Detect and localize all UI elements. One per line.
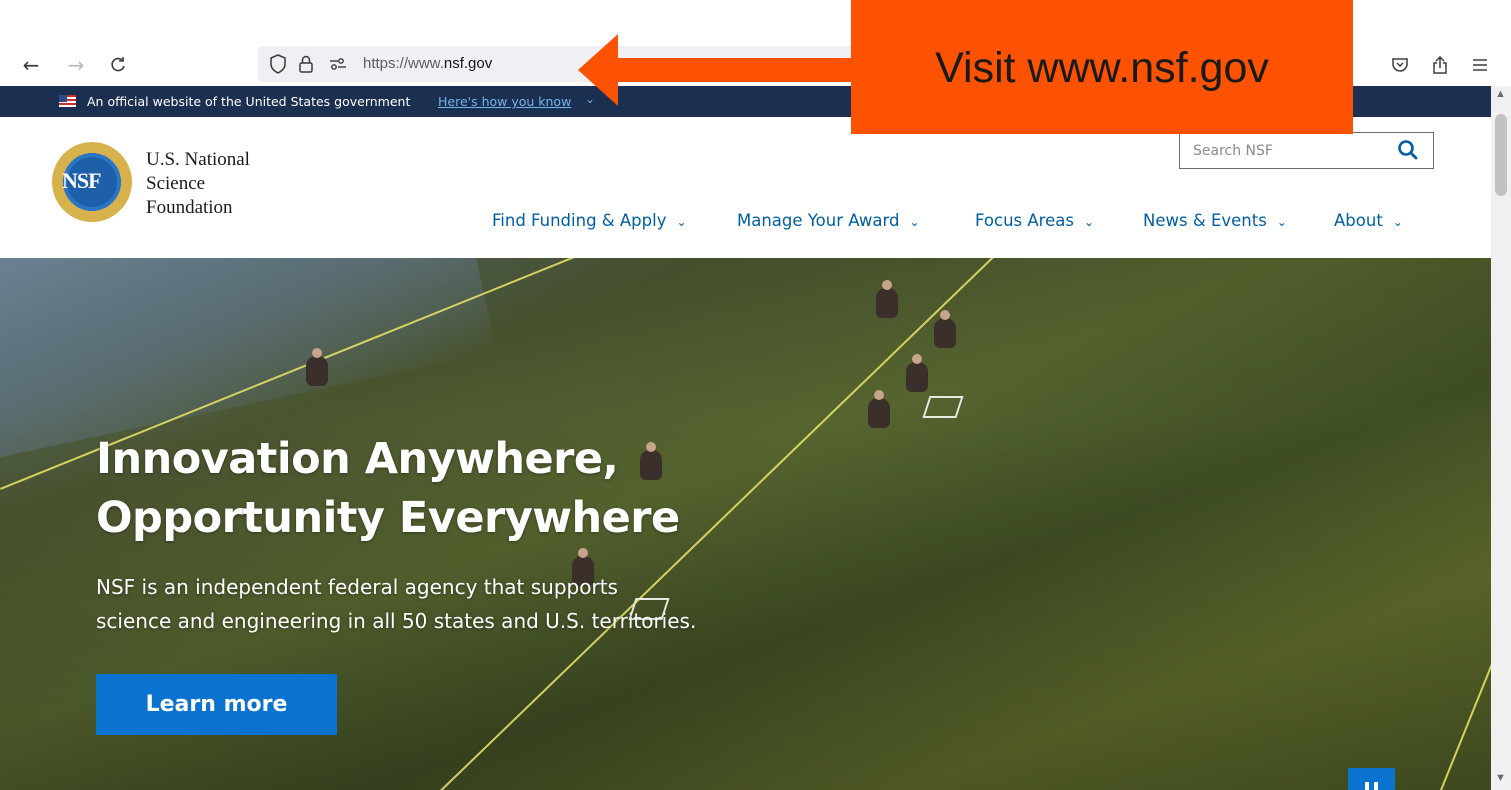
chevron-down-icon: ⌄ <box>909 215 920 229</box>
annotation-callout: Visit www.nsf.gov <box>851 0 1353 134</box>
nav-label: News & Events <box>1143 211 1267 230</box>
hero-background-figure <box>906 354 928 392</box>
how-you-know-link[interactable]: Here's how you know <box>438 94 571 109</box>
hero-background-figure <box>868 390 890 428</box>
scrollbar[interactable]: ▲ ▼ <box>1491 86 1511 790</box>
nsf-logo-icon[interactable] <box>52 142 132 222</box>
hero-background-tape <box>1440 623 1491 790</box>
reload-icon[interactable] <box>105 52 131 78</box>
hero-description: NSF is an independent federal agency tha… <box>96 570 796 638</box>
forward-icon[interactable]: → <box>63 52 89 78</box>
search-input[interactable] <box>1180 133 1390 168</box>
hero-background-figure <box>306 348 328 386</box>
nav-label: About <box>1334 211 1383 230</box>
chevron-down-icon: ⌄ <box>1392 215 1403 229</box>
nav-label: Find Funding & Apply <box>492 211 667 230</box>
scroll-up-icon[interactable]: ▲ <box>1495 88 1506 100</box>
nav-news-events[interactable]: News & Events ⌄ <box>1143 211 1287 230</box>
url-prefix: https://www. <box>363 55 444 72</box>
hero-description-line-2: science and engineering in all 50 states… <box>96 609 697 633</box>
nav-about[interactable]: About ⌄ <box>1334 211 1403 230</box>
pocket-icon[interactable] <box>1387 52 1413 78</box>
chevron-down-icon: ⌄ <box>1083 215 1094 229</box>
gov-banner-text: An official website of the United States… <box>87 94 411 109</box>
learn-more-button[interactable]: Learn more <box>96 674 337 735</box>
nav-label: Manage Your Award <box>737 211 900 230</box>
hero-title-line-2: Opportunity Everywhere <box>96 493 680 543</box>
hero-title-line-1: Innovation Anywhere, <box>96 434 619 484</box>
search-icon[interactable] <box>1393 136 1423 166</box>
annotation-arrow <box>578 34 854 106</box>
logo-line-2: Science <box>146 173 206 194</box>
scroll-thumb[interactable] <box>1495 114 1507 196</box>
hero-background-figure <box>876 280 898 318</box>
hero-description-line-1: NSF is an independent federal agency tha… <box>96 575 618 599</box>
hero-section: Innovation Anywhere, Opportunity Everywh… <box>0 258 1491 790</box>
hero-background-figure <box>934 310 956 348</box>
share-icon[interactable] <box>1427 52 1453 78</box>
back-icon[interactable]: ← <box>18 52 44 78</box>
tracking-protection-icon[interactable] <box>266 52 290 76</box>
us-flag-icon <box>59 95 76 107</box>
chevron-down-icon: ⌄ <box>1276 215 1287 229</box>
url-text[interactable]: https://www.nsf.gov <box>363 55 492 72</box>
logo-line-1: U.S. National <box>146 149 250 170</box>
nav-find-funding[interactable]: Find Funding & Apply ⌄ <box>492 211 687 230</box>
nav-manage-award[interactable]: Manage Your Award ⌄ <box>737 211 920 230</box>
permissions-icon[interactable] <box>326 52 350 76</box>
annotation-text: Visit www.nsf.gov <box>935 44 1269 92</box>
lock-icon[interactable] <box>294 52 318 76</box>
site-logo-text[interactable]: U.S. National Science Foundation <box>146 148 250 220</box>
chevron-down-icon: ⌄ <box>676 215 687 229</box>
nav-focus-areas[interactable]: Focus Areas ⌄ <box>975 211 1094 230</box>
scroll-down-icon[interactable]: ▼ <box>1495 772 1506 784</box>
search-form <box>1179 132 1434 169</box>
menu-icon[interactable] <box>1467 52 1493 78</box>
hero-title: Innovation Anywhere, Opportunity Everywh… <box>96 430 680 548</box>
logo-line-3: Foundation <box>146 197 233 218</box>
site-header: U.S. National Science Foundation Find Fu… <box>0 117 1491 258</box>
pause-icon[interactable] <box>1348 768 1395 790</box>
hero-background-quadrat <box>922 396 964 418</box>
nav-label: Focus Areas <box>975 211 1074 230</box>
url-domain: nsf.gov <box>443 55 493 72</box>
